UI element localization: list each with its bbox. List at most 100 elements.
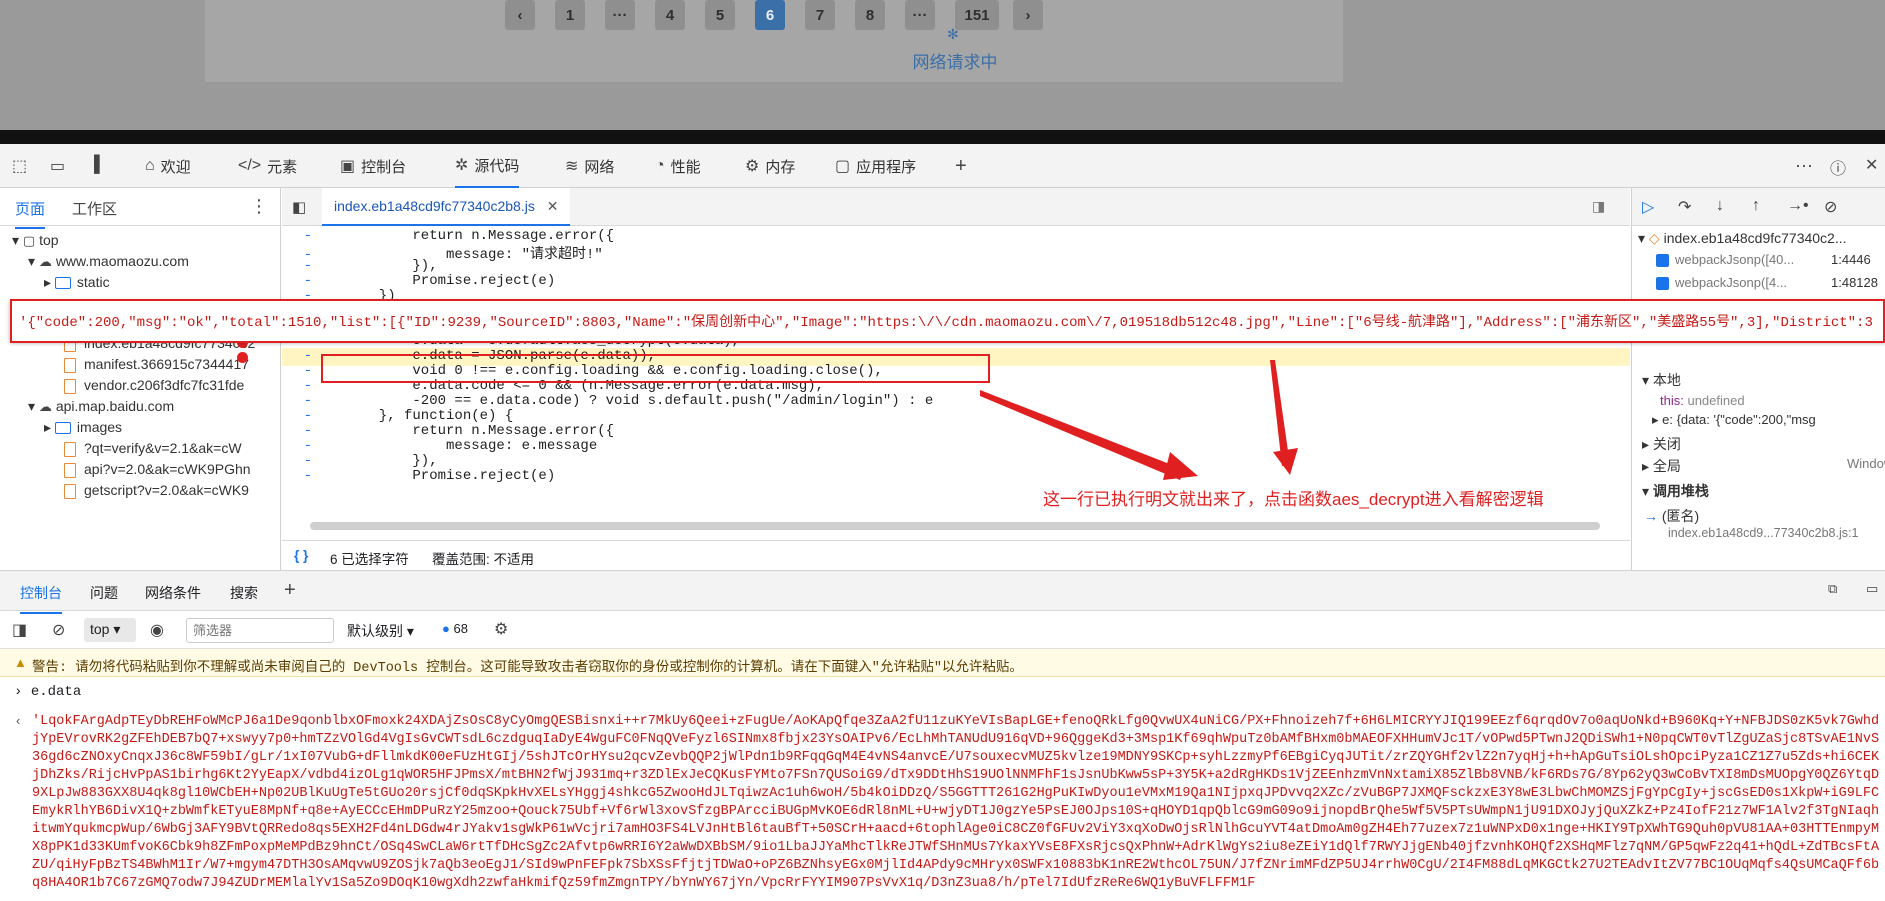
step-into-icon[interactable]: ↓ [1716,197,1724,215]
scope-e[interactable]: ▸ e: {data: '{"code":200,"msg [1652,412,1816,428]
home-icon: ⌂ [145,157,155,174]
pagination-page[interactable]: 8 [855,0,885,30]
tree-item[interactable]: ▾ ☁ api.map.baidu.com [28,398,174,415]
line-gutter[interactable]: - [282,273,322,289]
eye-icon[interactable]: ◉ [150,620,164,640]
prompt-chevron-icon: › [14,684,23,700]
tree-item[interactable]: ?qt=verify&v=2.1&ak=cW [64,440,242,457]
device-icon[interactable]: ▭ [50,156,65,176]
pagination-ellipsis[interactable]: ··· [605,0,635,30]
toggle-navigator-icon[interactable]: ◧ [292,198,306,216]
drawer-tab-console[interactable]: 控制台 [20,583,62,614]
tree-item[interactable]: ▾ ☁ www.maomaozu.com [28,253,189,270]
tab-memory[interactable]: ⚙ 内存 [745,144,795,188]
tree-item[interactable]: ▸ static [44,274,110,291]
scope-global[interactable]: ▸ 全局 Window [1642,456,1885,476]
expand-icon: ▾ [28,253,39,269]
pagination-page-active[interactable]: 6 [755,0,785,30]
log-level-select[interactable]: 默认级别 ▾ [347,621,414,641]
clear-console-icon[interactable]: ⊘ [52,620,65,640]
line-gutter[interactable]: - [282,258,322,274]
step-icon[interactable]: →• [1787,197,1809,215]
filter-input[interactable] [186,618,334,643]
tab-application[interactable]: ▢ 应用程序 [835,144,916,188]
context-select[interactable]: top ▾ [84,618,136,642]
pagination-next[interactable]: › [1013,0,1043,30]
frame-icon: ▢ [22,233,36,248]
checkbox-icon[interactable] [1656,277,1669,291]
more-icon[interactable]: ··· [1795,155,1813,176]
undock-icon[interactable]: ⧉ [1828,581,1837,597]
paused-file[interactable]: ▾ ◇ index.eb1a48cd9fc77340c2... [1638,230,1847,247]
line-gutter[interactable]: - [282,468,322,484]
tab-welcome[interactable]: ⌂ 欢迎 [145,144,191,188]
sidebar-toggle-icon[interactable]: ◨ [12,620,27,640]
line-gutter[interactable]: - [282,228,322,244]
close-icon[interactable]: ✕ [1865,155,1878,175]
toggle-debugger-icon[interactable]: ◨ [1592,198,1605,215]
resume-icon[interactable]: ▷ [1642,197,1654,217]
tree-item[interactable]: getscript?v=2.0&ak=cWK9 [64,482,249,499]
scope-this: this: undefined [1660,393,1745,408]
pagination-page[interactable]: 1 [555,0,585,30]
callstack-entry[interactable]: webpackJsonp([4... 1:48128 [1656,275,1878,291]
horizontal-scrollbar[interactable] [310,522,1600,530]
pagination-ellipsis[interactable]: ··· [905,0,935,30]
scope-local[interactable]: ▾ 本地 [1642,370,1681,390]
callstack-current[interactable]: → (匿名) [1644,506,1699,526]
deactivate-breakpoints-icon[interactable]: ⊘ [1824,197,1837,217]
pagination-page[interactable]: 5 [705,0,735,30]
callstack-entry[interactable]: webpackJsonp([40... 1:4446 [1656,252,1871,268]
drawer-tab-issues[interactable]: 问题 [90,583,118,603]
pretty-print-icon[interactable]: { } [294,548,308,563]
tree-item[interactable]: manifest.366915c7344417 [64,356,249,373]
tab-workspace[interactable]: 工作区 [72,198,117,219]
console-input-line[interactable]: › e.data [14,684,81,700]
tab-console[interactable]: ▣ 控制台 [340,144,406,188]
more-vertical-icon[interactable]: ⋮ [250,196,268,217]
tab-performance[interactable]: ◔ 性能 [655,144,701,188]
tree-item[interactable]: ▾ ▢ top [12,232,59,249]
line-code: }), [362,453,438,469]
highlight-box [10,299,1885,343]
dock-icon[interactable]: ▌ [94,156,105,174]
scope-closure[interactable]: ▸ 关闭 [1642,434,1681,454]
add-tab-icon[interactable]: + [955,155,967,178]
line-gutter[interactable]: - [282,438,322,454]
callstack-header[interactable]: ▾ 调用堆栈 [1642,481,1709,501]
pagination-page[interactable]: 4 [655,0,685,30]
tree-item[interactable]: ▸ images [44,419,122,436]
tab-sources[interactable]: ✲ 源代码 [455,144,520,188]
step-over-icon[interactable]: ↷ [1678,197,1691,217]
line-gutter[interactable]: - [282,363,322,379]
code-line[interactable]: - Promise.reject(e) [282,468,1630,486]
breakpoint-icon[interactable] [237,352,248,363]
close-drawer-icon[interactable]: ▭ [1866,581,1878,597]
pagination-page[interactable]: 151 [955,0,999,30]
inspect-icon[interactable]: ⬚ [12,156,27,176]
drawer-tab-network-conditions[interactable]: 网络条件 [145,583,201,603]
tree-item[interactable]: api?v=2.0&ak=cWK9PGhn [64,461,251,478]
line-gutter[interactable]: - [282,378,322,394]
line-gutter[interactable]: - [282,453,322,469]
devtools-tabbar: ⬚ ▭ ▌ ⌂ 欢迎 </> 元素 ▣ 控制台 ✲ 源代码 ≋ 网络 ◔ 性能 ⚙ 内存 ▢ 应… [0,144,1885,188]
tab-elements[interactable]: </> 元素 [238,144,297,188]
tab-page[interactable]: 页面 [15,198,46,229]
editor-file-tab[interactable]: index.eb1a48cd9fc77340c2b8.js ✕ [322,188,571,226]
line-gutter[interactable]: - [282,348,322,364]
line-gutter[interactable]: - [282,423,322,439]
pagination-page[interactable]: 7 [805,0,835,30]
checkbox-icon[interactable] [1656,254,1669,268]
settings-gear-icon[interactable]: ⚙ [494,619,508,639]
line-gutter[interactable]: - [282,408,322,424]
pagination-prev[interactable]: ‹ [505,0,535,30]
help-icon[interactable]: ⓘ [1830,155,1846,179]
add-tab-icon[interactable]: + [284,579,296,602]
tree-item[interactable]: vendor.c206f3dfc7fc31fde [64,377,244,394]
tab-network[interactable]: ≋ 网络 [565,144,614,188]
step-out-icon[interactable]: ↑ [1752,197,1760,215]
message-count[interactable]: ● 68 [442,621,468,636]
line-gutter[interactable]: - [282,393,322,409]
drawer-tab-search[interactable]: 搜索 [230,583,258,603]
close-tab-icon[interactable]: ✕ [547,198,559,214]
